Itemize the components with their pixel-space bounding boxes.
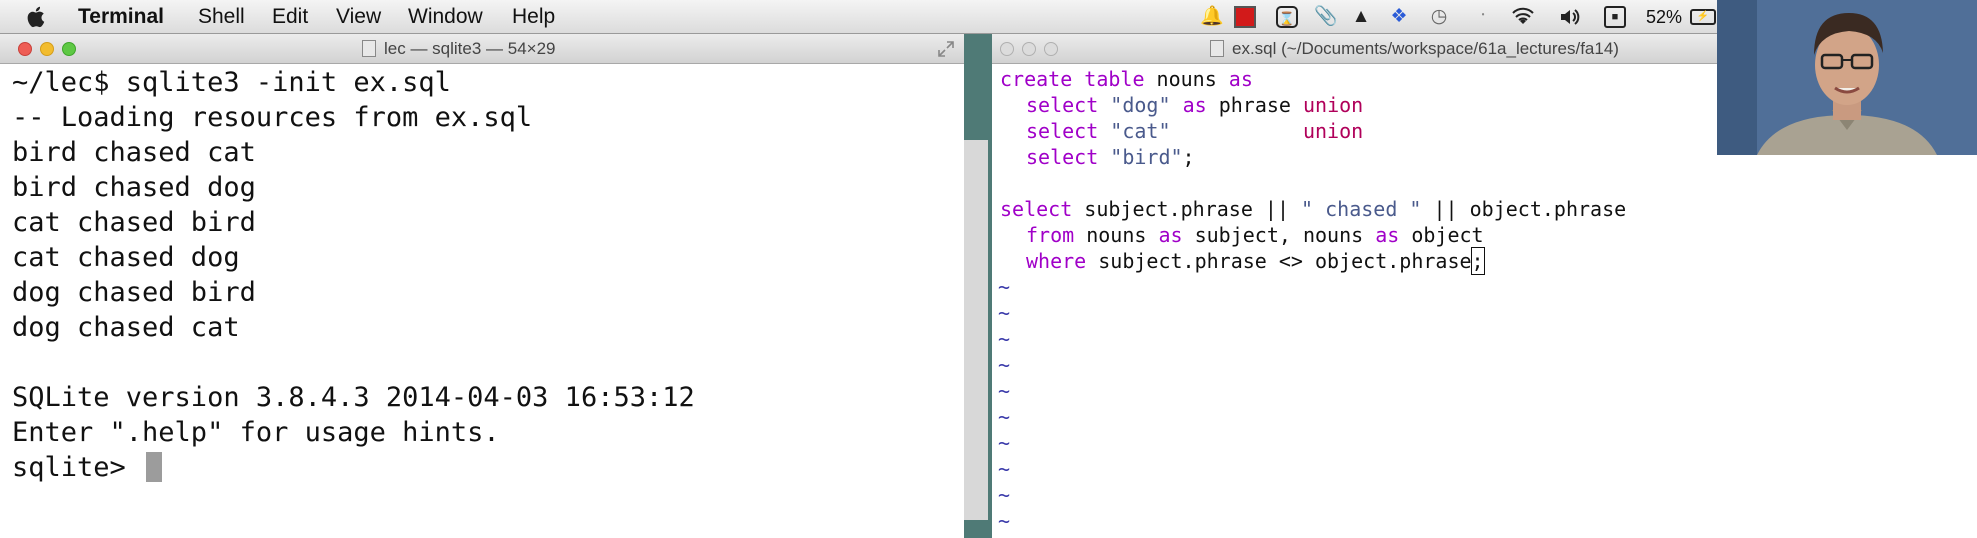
terminal-line: ~/lec$ sqlite3 -init ex.sql	[12, 67, 451, 98]
string-literal: "dog"	[1110, 93, 1171, 117]
terminal-titlebar[interactable]: lec — sqlite3 — 54×29	[0, 34, 964, 64]
keyword: select	[1026, 93, 1099, 117]
menu-window[interactable]: Window	[408, 5, 483, 29]
editor-title: ex.sql (~/Documents/workspace/61a_lectur…	[1232, 39, 1619, 58]
terminal-line: cat chased bird	[12, 207, 256, 238]
code-text: ;	[1182, 145, 1195, 169]
webcam-overlay	[1717, 0, 1977, 155]
display-icon[interactable]: ■	[1604, 6, 1626, 28]
code-line: from nouns as subject, nouns as object	[1026, 222, 1484, 248]
keyword: as	[1228, 67, 1253, 91]
code-text: phrase	[1206, 93, 1303, 117]
keyword: create table	[1000, 67, 1145, 91]
dropbox-icon[interactable]: ❖	[1388, 6, 1410, 28]
code-line: create table nouns as	[1000, 66, 1253, 92]
menu-edit[interactable]: Edit	[272, 5, 308, 29]
close-button[interactable]	[1000, 42, 1014, 56]
presenter-video-icon	[1717, 0, 1977, 155]
empty-line-marker: ~	[998, 431, 1011, 455]
code-text: subject, nouns	[1182, 223, 1376, 247]
code-text: nouns	[1074, 223, 1159, 247]
empty-line-marker: ~	[998, 457, 1011, 481]
code-line: select subject.phrase || " chased " || o…	[1000, 196, 1626, 222]
keyword: as	[1375, 223, 1400, 247]
keyword: union	[1302, 93, 1364, 117]
code-text: subject.phrase ||	[1072, 197, 1302, 221]
string-literal: "cat"	[1110, 119, 1171, 143]
menu-shell[interactable]: Shell	[198, 5, 245, 29]
terminal-title: lec — sqlite3 — 54×29	[384, 39, 556, 58]
keyword: union	[1302, 119, 1364, 143]
editor-cursor: ;	[1470, 247, 1485, 275]
zoom-button[interactable]	[1044, 42, 1058, 56]
hourglass-icon[interactable]: ⌛	[1276, 6, 1298, 28]
time-machine-icon[interactable]: ◷	[1428, 6, 1450, 28]
terminal-prompt-line[interactable]: sqlite>	[12, 451, 163, 485]
code-line: select "dog" as phrase union	[1026, 92, 1363, 118]
notification-icon[interactable]: 🔔	[1200, 6, 1224, 28]
empty-line-marker: ~	[998, 509, 1011, 533]
terminal-line: bird chased cat	[12, 137, 256, 168]
empty-line-marker: ~	[998, 353, 1011, 377]
empty-line-marker: ~	[998, 275, 1011, 299]
empty-line-marker: ~	[998, 327, 1011, 351]
empty-line-marker: ~	[998, 301, 1011, 325]
menu-view[interactable]: View	[336, 5, 381, 29]
wifi-icon[interactable]	[1512, 6, 1534, 28]
empty-line-marker: ~	[998, 379, 1011, 403]
menu-bar: Terminal Shell Edit View Window Help 🔔 ⌛…	[0, 0, 1977, 34]
sqlite-prompt: sqlite>	[12, 452, 143, 483]
menu-app-name[interactable]: Terminal	[78, 5, 164, 29]
empty-line-marker: ~	[998, 405, 1011, 429]
zoom-button[interactable]	[62, 42, 76, 56]
keyword: select	[1000, 197, 1073, 221]
terminal-window: lec — sqlite3 — 54×29 ~/lec$ sqlite3 -in…	[0, 34, 964, 538]
terminal-line: -- Loading resources from ex.sql	[12, 102, 533, 133]
folder-proxy-icon[interactable]	[362, 40, 376, 57]
drive-icon[interactable]: ▲	[1350, 6, 1372, 28]
keyword: where	[1026, 249, 1087, 273]
keyword: select	[1026, 145, 1099, 169]
bluetooth-icon[interactable]: ᛫	[1472, 6, 1494, 28]
keyword: as	[1182, 93, 1207, 117]
code-line: select "bird";	[1026, 144, 1195, 170]
minimize-button[interactable]	[40, 42, 54, 56]
keyword: select	[1026, 119, 1099, 143]
background-window-edge	[964, 140, 988, 520]
apple-icon[interactable]	[26, 5, 48, 29]
battery-percent: 52%	[1646, 7, 1683, 27]
minimize-button[interactable]	[1022, 42, 1036, 56]
close-button[interactable]	[18, 42, 32, 56]
code-text: object	[1399, 223, 1484, 247]
code-line: where subject.phrase <> object.phrase;	[1026, 247, 1485, 275]
terminal-line: bird chased dog	[12, 172, 256, 203]
terminal-line: cat chased dog	[12, 242, 240, 273]
code-text: subject.phrase <> object.phrase	[1086, 249, 1472, 273]
string-literal: "bird"	[1110, 145, 1183, 169]
terminal-line: SQLite version 3.8.4.3 2014-04-03 16:53:…	[12, 382, 695, 413]
menu-help[interactable]: Help	[512, 5, 555, 29]
volume-icon[interactable]	[1558, 6, 1580, 28]
terminal-line: dog chased cat	[12, 312, 240, 343]
keyword: from	[1026, 223, 1075, 247]
code-text: || object.phrase	[1421, 197, 1627, 221]
terminal-content[interactable]: ~/lec$ sqlite3 -init ex.sql -- Loading r…	[0, 64, 964, 538]
terminal-line: Enter ".help" for usage hints.	[12, 417, 500, 448]
code-line: select "cat" union	[1026, 118, 1363, 144]
code-text: nouns	[1144, 67, 1229, 91]
terminal-line: dog chased bird	[12, 277, 256, 308]
record-icon[interactable]	[1234, 6, 1256, 28]
keyword: as	[1158, 223, 1183, 247]
fullscreen-icon[interactable]	[938, 41, 954, 57]
string-literal: " chased "	[1301, 197, 1422, 221]
empty-line-marker: ~	[998, 483, 1011, 507]
battery-icon[interactable]: ⚡	[1690, 9, 1716, 25]
paperclip-icon[interactable]: 📎	[1314, 6, 1338, 28]
terminal-cursor	[146, 452, 163, 482]
document-proxy-icon[interactable]	[1210, 40, 1224, 57]
